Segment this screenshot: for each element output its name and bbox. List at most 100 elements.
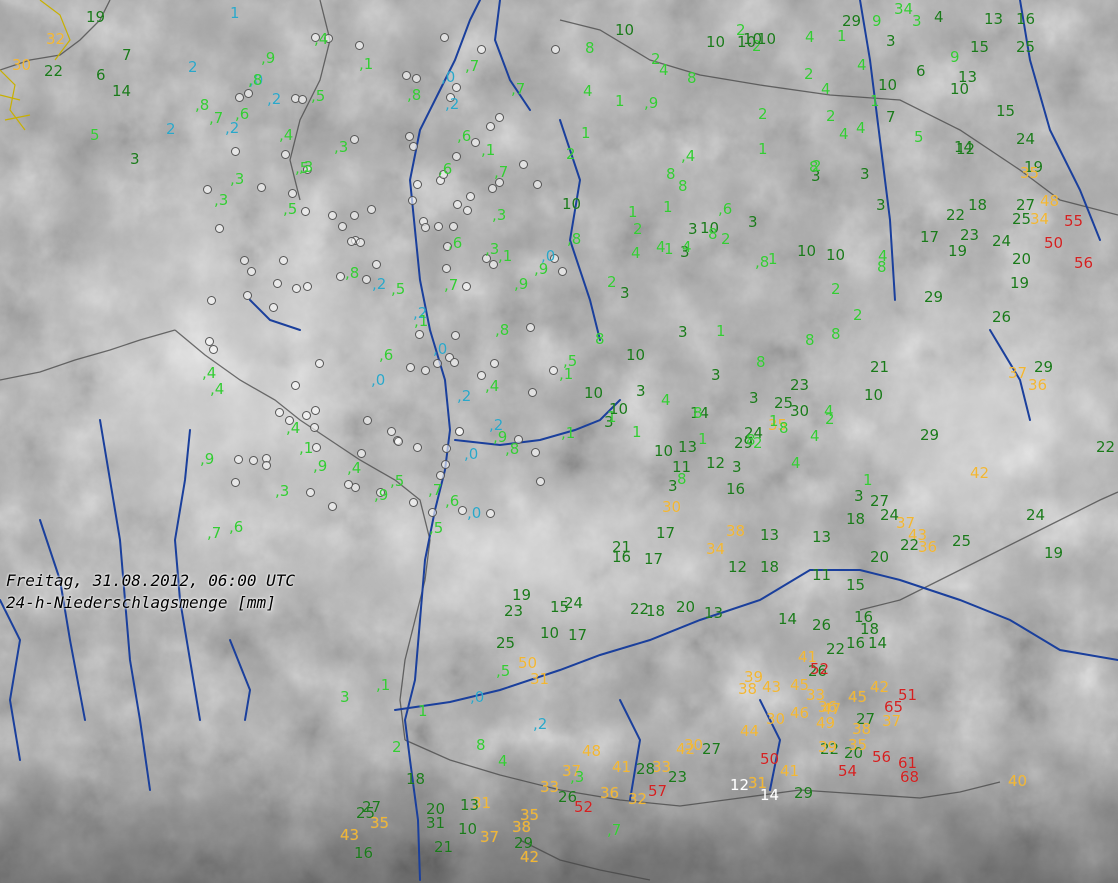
station-reading: 12 xyxy=(956,140,976,158)
station-reading-trace: ,8 xyxy=(248,71,263,89)
dry-station-marker xyxy=(315,359,324,368)
station-reading: 13 xyxy=(704,604,724,622)
dry-station-marker xyxy=(344,480,353,489)
station-reading-trace: ,4 xyxy=(279,126,294,144)
map-caption: Freitag, 31.08.2012, 06:00 UTC 24-h-Nied… xyxy=(6,570,295,614)
station-reading: 6 xyxy=(96,66,106,84)
station-reading: 14 xyxy=(778,610,798,628)
station-reading: 23 xyxy=(960,226,980,244)
dry-station-marker xyxy=(235,93,244,102)
station-reading: 36 xyxy=(1028,376,1048,394)
station-reading-low: 3 xyxy=(620,284,630,302)
station-reading-trace: ,0 xyxy=(433,340,448,358)
dry-station-marker xyxy=(477,45,486,54)
station-reading-low: 1 xyxy=(581,124,591,142)
station-reading: 3 xyxy=(912,12,922,30)
station-reading-trace: ,5 xyxy=(391,280,406,298)
dry-station-marker xyxy=(421,366,430,375)
station-reading: 23 xyxy=(504,602,524,620)
station-reading: 12 xyxy=(730,776,750,794)
station-reading: 25 xyxy=(1016,38,1036,56)
station-reading-low: 2 xyxy=(721,230,731,248)
station-reading: 29 xyxy=(514,834,534,852)
station-reading-trace: ,2 xyxy=(457,387,472,405)
station-reading: 28 xyxy=(636,760,656,778)
station-reading-low: 4 xyxy=(805,28,815,46)
dry-station-marker xyxy=(249,456,258,465)
station-reading: 38 xyxy=(852,720,872,738)
station-reading: 4 xyxy=(934,8,944,26)
dry-station-marker xyxy=(357,449,366,458)
dry-station-marker xyxy=(442,264,451,273)
station-reading: 31 xyxy=(426,814,446,832)
station-reading: 38 xyxy=(738,680,758,698)
dry-station-marker xyxy=(306,488,315,497)
station-reading: 41 xyxy=(612,758,632,776)
station-reading: 35 xyxy=(370,814,390,832)
station-reading: 37 xyxy=(480,828,500,846)
station-reading: 19 xyxy=(86,8,106,26)
dry-station-marker xyxy=(450,358,459,367)
station-reading-trace: ,8 xyxy=(567,230,582,248)
station-reading: 37 xyxy=(1008,364,1028,382)
station-reading-trace: ,3 xyxy=(485,240,500,258)
station-reading: 17 xyxy=(920,228,940,246)
station-reading: 21 xyxy=(870,358,890,376)
dry-station-marker xyxy=(458,506,467,515)
station-reading-low: 10 xyxy=(797,242,817,260)
dry-station-marker xyxy=(281,150,290,159)
dry-station-marker xyxy=(489,260,498,269)
caption-datetime: Freitag, 31.08.2012, 06:00 UTC xyxy=(6,571,295,590)
dry-station-marker xyxy=(486,122,495,131)
station-reading: 38 xyxy=(512,818,532,836)
station-reading: 11 xyxy=(812,566,832,584)
station-reading: 54 xyxy=(838,762,858,780)
station-reading-trace: ,7 xyxy=(465,57,480,75)
station-reading: 13 xyxy=(678,438,698,456)
station-reading-low: 1 xyxy=(758,140,768,158)
dry-station-marker xyxy=(536,477,545,486)
station-reading-low: 1 xyxy=(632,423,642,441)
station-reading-trace: ,8 xyxy=(195,96,210,114)
station-reading-low: 3 xyxy=(711,366,721,384)
station-reading-low: 8 xyxy=(687,69,697,87)
station-reading-low: 10 xyxy=(584,384,604,402)
station-reading-trace: ,3 xyxy=(275,482,290,500)
station-reading-trace: ,2 xyxy=(489,416,504,434)
station-reading: 45 xyxy=(848,688,868,706)
station-reading: ,6 xyxy=(718,200,733,218)
station-reading-trace: ,9 xyxy=(514,275,529,293)
station-reading: ,9 xyxy=(644,94,659,112)
station-reading-low: 1 xyxy=(870,92,880,110)
station-reading-trace: ,5 xyxy=(311,87,326,105)
station-reading-low: 4 xyxy=(583,82,593,100)
station-reading-trace: ,7 xyxy=(511,80,526,98)
dry-station-marker xyxy=(462,282,471,291)
dry-station-marker xyxy=(231,478,240,487)
station-reading: 18 xyxy=(406,770,426,788)
dry-station-marker xyxy=(406,363,415,372)
station-reading: 30 xyxy=(766,710,786,728)
station-reading-trace: ,6 xyxy=(438,160,453,178)
station-reading: 15 xyxy=(996,102,1016,120)
dry-station-marker xyxy=(453,200,462,209)
station-reading: 32 xyxy=(46,30,66,48)
dry-station-marker xyxy=(350,135,359,144)
station-reading-low: 1 xyxy=(663,198,673,216)
station-reading-low: 2 xyxy=(812,157,822,175)
dry-station-marker xyxy=(558,267,567,276)
station-reading-trace: ,2 xyxy=(372,275,387,293)
station-reading-low: 4 xyxy=(791,454,801,472)
station-reading: 30 xyxy=(662,498,682,516)
station-reading-low: 8 xyxy=(693,404,703,422)
station-reading-trace: ,1 xyxy=(414,312,429,330)
dry-station-marker xyxy=(528,388,537,397)
dry-station-marker xyxy=(310,423,319,432)
station-reading-low: 4 xyxy=(682,238,692,256)
station-reading-low: 2 xyxy=(607,273,617,291)
station-reading: 38 xyxy=(726,522,746,540)
station-reading: 1 xyxy=(418,702,428,720)
station-reading: 2 xyxy=(188,58,198,76)
station-reading: 17 xyxy=(644,550,664,568)
station-reading-trace: ,7 xyxy=(209,109,224,127)
